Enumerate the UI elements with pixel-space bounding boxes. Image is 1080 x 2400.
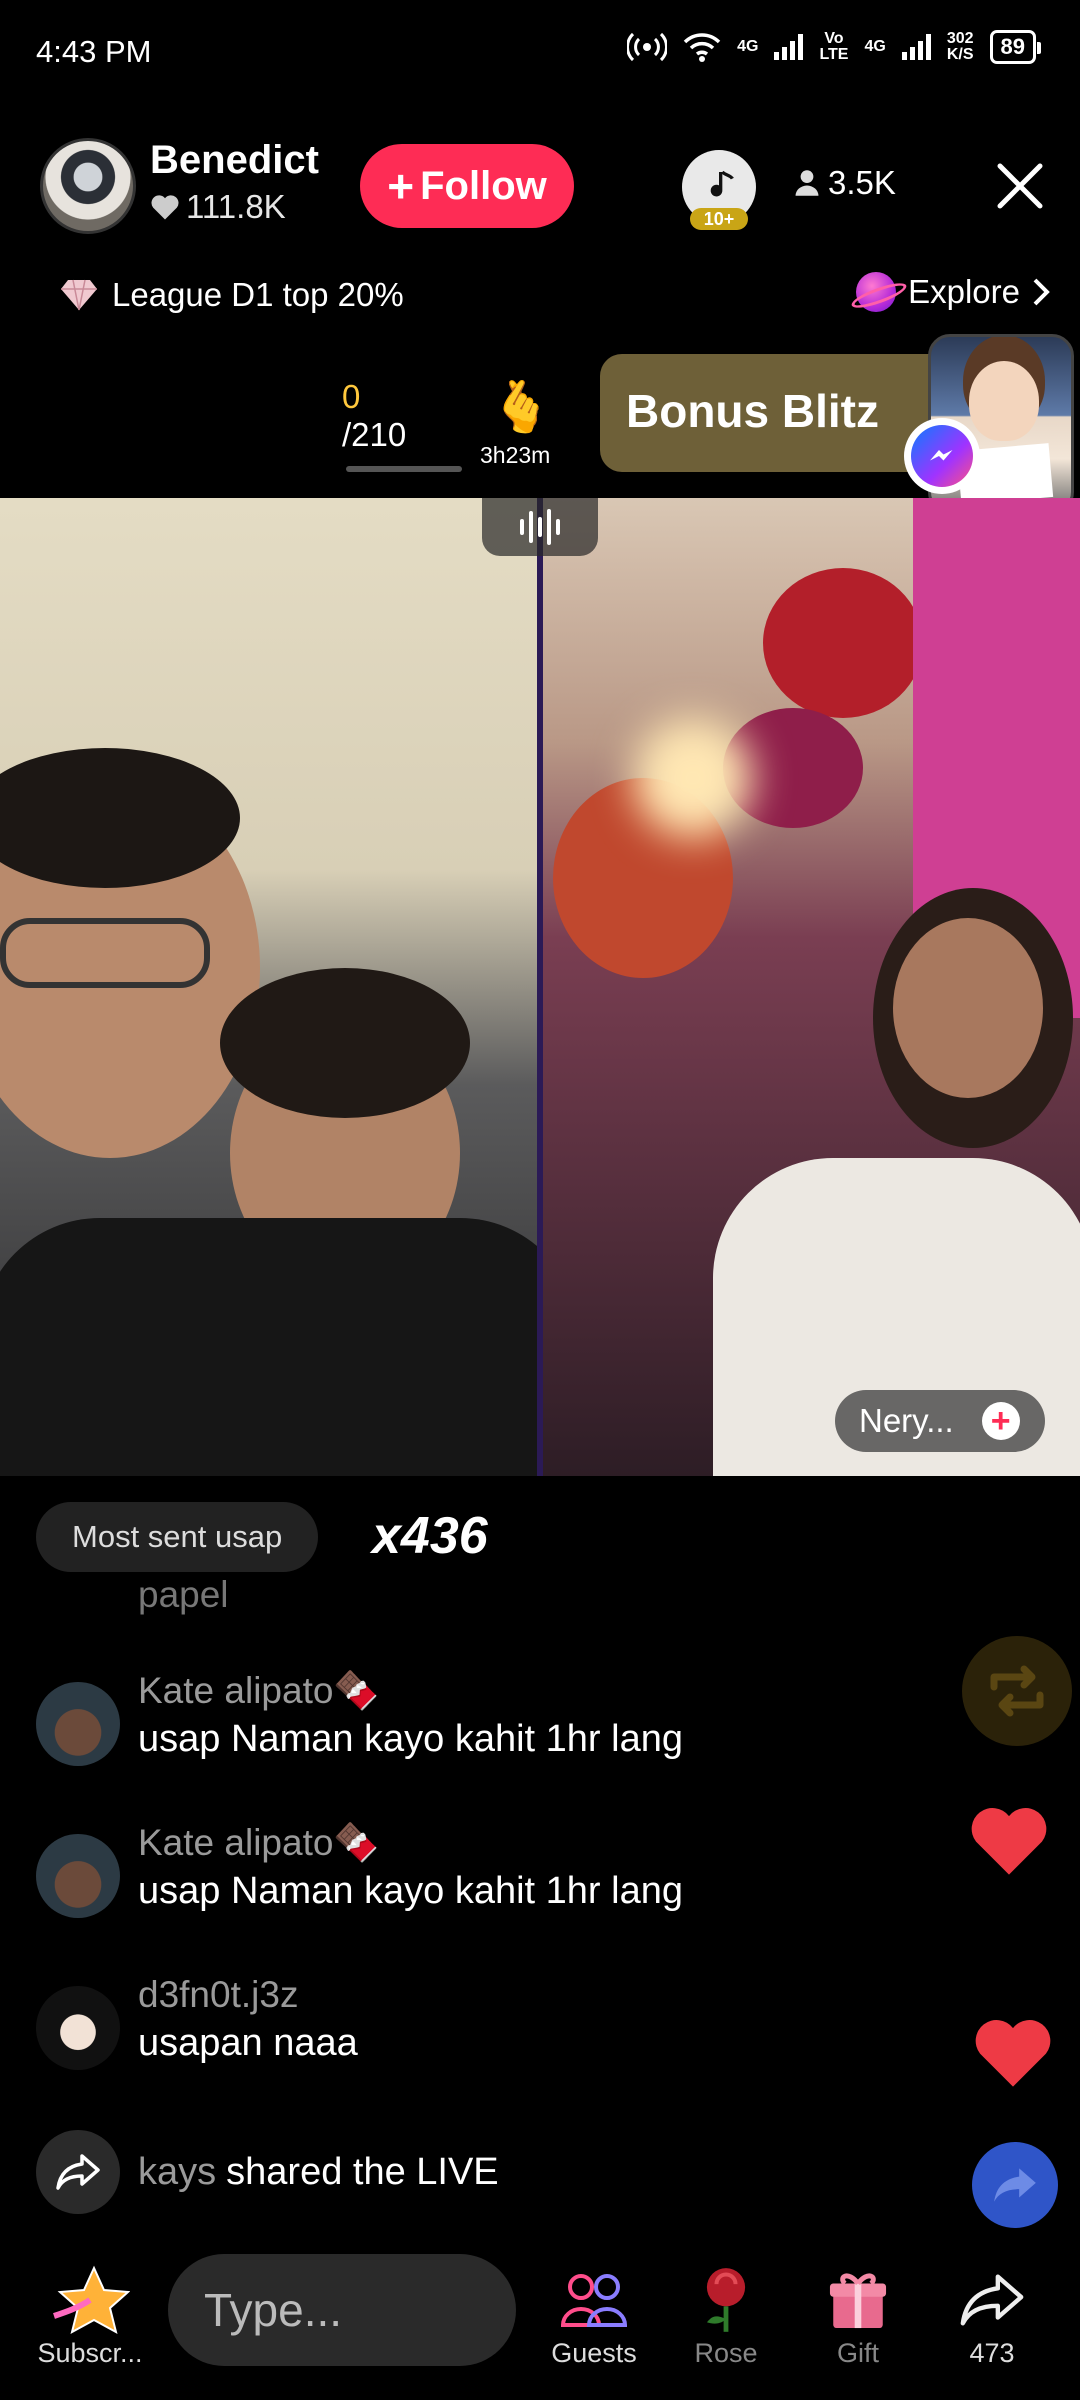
wifi-icon xyxy=(683,33,721,62)
follow-label: Follow xyxy=(420,163,547,208)
network-4g-label: 4G xyxy=(737,38,759,55)
gift-combo-count: x436 xyxy=(372,1507,488,1565)
status-time: 4:43 PM xyxy=(36,34,152,69)
hotspot-icon xyxy=(627,32,668,62)
most-sent-gift: Most sent usap xyxy=(36,1502,319,1572)
subscribe-label: Subscr... xyxy=(37,2338,143,2368)
heart-icon xyxy=(975,2020,1051,2087)
host-avatar[interactable] xyxy=(40,138,136,234)
host-name[interactable]: Benedict xyxy=(150,138,319,183)
gift-goal[interactable]: 0 /210 xyxy=(342,378,406,454)
network-speed: 302 K/S xyxy=(946,30,974,63)
gift-icon xyxy=(829,2273,887,2329)
guest-name-tag[interactable]: Nery... + xyxy=(835,1390,1045,1452)
host-shirt xyxy=(0,1218,537,1476)
guest-name: Nery... xyxy=(859,1402,954,1439)
comment-item[interactable]: d3fn0t.j3z usapan naaa xyxy=(36,1974,936,2074)
league-label: League D1 top 20% xyxy=(112,276,404,313)
signal-bars-icon xyxy=(774,34,804,60)
status-icons: 4G Vo LTE 4G 302 K/S 89 xyxy=(627,30,1042,64)
heart-icon xyxy=(151,195,179,220)
host-video-panel[interactable] xyxy=(0,498,537,1476)
comment-text: usap Naman kayo kahit 1hr lang xyxy=(138,1718,683,1760)
guests-button[interactable]: Guests xyxy=(534,2262,654,2369)
battery-indicator: 89 xyxy=(989,30,1042,64)
viewer-count-value: 3.5K xyxy=(828,164,896,201)
messenger-icon[interactable] xyxy=(904,418,980,494)
share-text: shared the LIVE xyxy=(226,2150,499,2193)
plush-toy-1 xyxy=(763,568,923,718)
share-button[interactable]: 473 xyxy=(932,2262,1052,2369)
rose-icon xyxy=(706,2268,746,2332)
comment-text: usap Naman kayo kahit 1hr lang xyxy=(138,1870,683,1912)
live-header: Benedict 111.8K + Follow 10+ 3.5K xyxy=(0,130,1080,240)
share-event: kays shared the LIVE xyxy=(36,2130,499,2214)
diamond-icon xyxy=(61,279,97,311)
audio-wave-icon[interactable] xyxy=(482,498,598,556)
commenter-name[interactable]: Kate alipato🍫 xyxy=(138,1822,380,1865)
host-glasses xyxy=(0,918,210,988)
commenter-name[interactable]: Kate alipato🍫 xyxy=(138,1670,380,1713)
likes-count: 111.8K xyxy=(186,188,286,225)
share-float-icon[interactable] xyxy=(972,2142,1058,2228)
commenter-avatar[interactable] xyxy=(36,1682,120,1766)
light-glow xyxy=(633,718,753,838)
goal-progress-bar xyxy=(346,466,462,472)
faded-comment: papel xyxy=(138,1574,229,1615)
comment-text: usapan naaa xyxy=(138,2022,358,2064)
status-bar: 4:43 PM 4G Vo LTE 4G 302 K/S 89 xyxy=(0,0,1080,110)
split-divider xyxy=(537,498,543,1476)
viewer-count[interactable]: 3.5K xyxy=(794,164,896,202)
share-arrow-icon xyxy=(960,2274,1024,2326)
rank-badge[interactable]: 10+ xyxy=(682,150,756,230)
guest-video-panel[interactable] xyxy=(543,498,1080,1476)
promo-character xyxy=(969,361,1039,441)
guests-label: Guests xyxy=(551,2338,637,2368)
subscribe-button[interactable]: Subscr... xyxy=(30,2262,150,2369)
hand-heart-icon: 🫰 xyxy=(490,379,553,435)
goal-timer: 3h23m xyxy=(480,442,551,468)
heart-icon xyxy=(971,1808,1047,1875)
gift-button[interactable]: Gift xyxy=(798,2262,918,2369)
guest-person-face xyxy=(893,918,1043,1098)
guests-icon xyxy=(560,2274,628,2327)
star-icon xyxy=(53,2265,130,2334)
close-icon[interactable] xyxy=(990,156,1050,216)
rank-level: 10+ xyxy=(690,208,748,230)
explore-button[interactable]: Explore xyxy=(856,272,1050,312)
gift-label: Gift xyxy=(836,2338,879,2368)
share-count: 473 xyxy=(969,2338,1015,2368)
commenter-avatar[interactable] xyxy=(36,1834,120,1918)
commenter-name[interactable]: d3fn0t.j3z xyxy=(138,1974,298,2016)
comment-item[interactable]: Kate alipato🍫 usap Naman kayo kahit 1hr … xyxy=(36,1822,936,1922)
plus-icon: + xyxy=(387,160,415,212)
league-rank[interactable]: League D1 top 20% xyxy=(60,276,404,314)
commenter-avatar[interactable] xyxy=(36,1986,120,2070)
comment-input[interactable]: Type... xyxy=(168,2254,516,2366)
goal-total: /210 xyxy=(342,416,407,453)
volte-label: Vo LTE xyxy=(819,30,849,63)
host-likes: 111.8K xyxy=(150,188,286,226)
share-user[interactable]: kays xyxy=(138,2151,216,2194)
rose-label: Rose xyxy=(694,2338,758,2368)
chevron-right-icon xyxy=(1033,278,1050,306)
comment-item[interactable]: Kate alipato🍫 usap Naman kayo kahit 1hr … xyxy=(36,1670,936,1770)
bottom-bar: Subscr... Type... Guests Rose Gift 473 xyxy=(0,2240,1080,2400)
network-4g-label-2: 4G xyxy=(864,38,886,55)
plus-icon[interactable]: + xyxy=(981,1402,1020,1440)
bonus-label: Bonus Blitz xyxy=(626,385,879,437)
goal-current: 0 xyxy=(342,378,361,415)
signal-bars-icon-2 xyxy=(901,34,931,60)
repost-icon[interactable] xyxy=(962,1636,1072,1746)
planet-icon xyxy=(856,272,897,312)
follow-button[interactable]: + Follow xyxy=(360,144,574,228)
explore-label: Explore xyxy=(908,273,1020,310)
share-arrow-icon xyxy=(36,2130,120,2214)
comment-input-placeholder: Type... xyxy=(204,2284,343,2336)
rose-gift-button[interactable]: Rose xyxy=(666,2262,786,2369)
host-hair-2 xyxy=(220,968,470,1118)
person-icon xyxy=(795,170,819,196)
music-note-icon xyxy=(710,170,734,197)
